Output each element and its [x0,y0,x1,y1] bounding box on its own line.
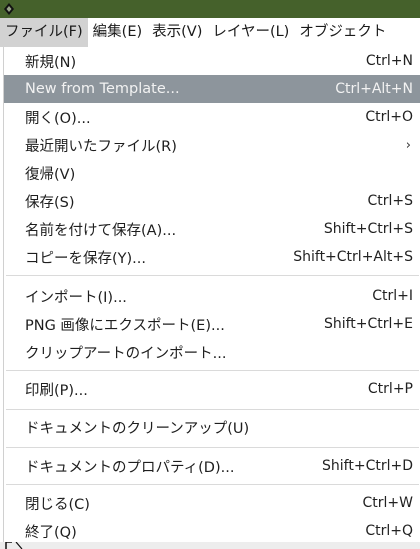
menu-item-label: New from Template... [25,81,180,97]
menu-item-shortcut: Shift+Ctrl+D [322,458,413,474]
menu-item-import-clipart[interactable]: クリップアートのインポート... [4,338,420,366]
menu-item-print[interactable]: 印刷(P)... Ctrl+P [4,375,420,403]
menu-separator [6,275,419,276]
menu-separator [6,370,419,371]
menu-item-save-copy[interactable]: コピーを保存(Y)... Shift+Ctrl+Alt+S [4,243,420,271]
menu-item-open[interactable]: 開く(O)... Ctrl+O [4,103,420,131]
menu-item-label: 印刷(P)... [25,382,88,399]
menu-item-label: 開く(O)... [25,110,91,127]
menu-item-label: PNG 画像にエクスポート(E)... [25,317,225,334]
menu-item-label: コピーを保存(Y)... [25,250,146,267]
menu-item-label: 終了(Q) [25,524,77,541]
menu-item-shortcut: Ctrl+Alt+N [335,81,413,97]
menu-item-revert[interactable]: 復帰(V) [4,159,420,187]
menu-item-save[interactable]: 保存(S) Ctrl+S [4,187,420,215]
chevron-right-icon: › [405,137,411,153]
menu-item-quit[interactable]: 終了(Q) Ctrl+Q [4,517,420,545]
cursor-icon [5,542,23,549]
menu-item-export-png[interactable]: PNG 画像にエクスポート(E)... Shift+Ctrl+E [4,310,420,338]
menu-view[interactable]: 表示(V) [147,18,207,47]
menu-item-shortcut: Ctrl+P [367,381,413,397]
menu-item-label: 名前を付けて保存(A)... [25,222,177,239]
inkscape-app-icon[interactable] [3,2,15,16]
menu-edit[interactable]: 編集(E) [88,18,147,47]
menu-item-label: 保存(S) [25,194,75,211]
menu-item-close[interactable]: 閉じる(C) Ctrl+W [4,489,420,517]
menu-item-label: インポート(I)... [25,289,127,306]
menu-item-open-recent[interactable]: 最近開いたファイル(R) › [4,131,420,159]
canvas-edge [0,542,420,549]
menu-item-shortcut: Ctrl+W [362,495,413,511]
menu-object[interactable]: オブジェクト [294,18,391,47]
menu-item-label: 最近開いたファイル(R) [25,138,177,155]
menu-file[interactable]: ファイル(F) [0,18,88,47]
file-menu-dropdown: 新規(N) Ctrl+N New from Template... Ctrl+A… [3,47,420,542]
menu-item-save-as[interactable]: 名前を付けて保存(A)... Shift+Ctrl+S [4,215,420,243]
menu-item-shortcut: Ctrl+S [367,193,413,209]
menu-item-new-from-template[interactable]: New from Template... Ctrl+Alt+N [4,75,420,103]
window-titlebar [0,0,420,18]
menu-item-label: 復帰(V) [25,166,76,183]
menu-item-label: ドキュメントのクリーンアップ(U) [25,420,250,437]
menu-item-label: 閉じる(C) [25,496,90,513]
menu-separator [6,447,419,448]
menu-item-document-cleanup[interactable]: ドキュメントのクリーンアップ(U) [4,413,420,441]
menu-item-shortcut: Ctrl+O [365,109,413,125]
menu-item-shortcut: Ctrl+N [365,53,413,69]
menu-separator [6,409,419,410]
menu-item-label: 新規(N) [25,54,77,71]
menu-item-shortcut: Shift+Ctrl+Alt+S [293,249,413,265]
menubar: ファイル(F) 編集(E) 表示(V) レイヤー(L) オブジェクト [0,18,420,47]
menu-layer[interactable]: レイヤー(L) [207,18,294,47]
menu-item-new[interactable]: 新規(N) Ctrl+N [4,47,420,75]
menu-item-shortcut: Shift+Ctrl+S [323,221,413,237]
menu-separator [6,484,419,485]
menu-item-import[interactable]: インポート(I)... Ctrl+I [4,282,420,310]
menu-item-label: クリップアートのインポート... [25,345,227,362]
menu-item-label: ドキュメントのプロパティ(D)... [25,459,235,476]
menu-item-shortcut: Ctrl+I [372,288,413,304]
menu-item-shortcut: Ctrl+Q [365,523,413,539]
menu-item-document-properties[interactable]: ドキュメントのプロパティ(D)... Shift+Ctrl+D [4,452,420,480]
menu-item-shortcut: Shift+Ctrl+E [323,316,413,332]
